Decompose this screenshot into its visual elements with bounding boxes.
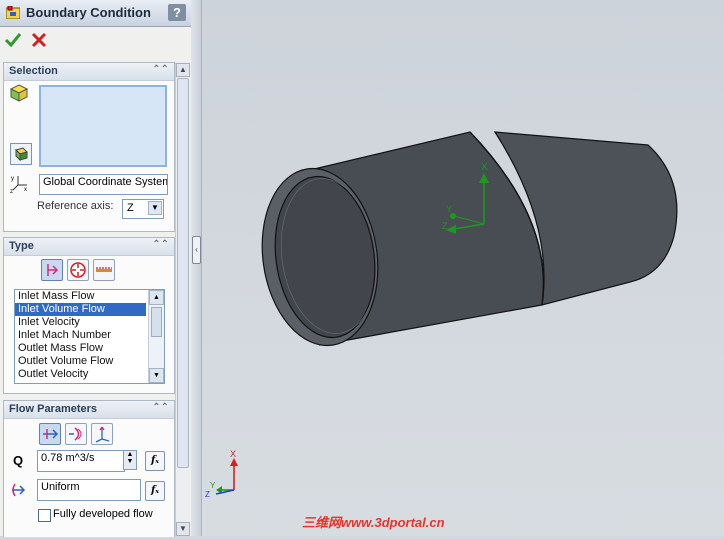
scroll-up-icon[interactable]: ▲ [176,63,190,77]
wall-icon [96,267,112,272]
watermark-url: www.3dportal.cn [341,515,445,530]
help-button[interactable]: ? [168,4,186,21]
triad-y-label: Y [210,481,216,490]
property-manager-header: Boundary Condition ? [0,0,191,27]
q-label: Q [13,453,24,468]
fully-developed-label: Fully developed flow [53,508,153,520]
view-orientation-triad: X Y Z [205,449,238,499]
type-group-header[interactable]: Type ⌃⌃ [4,238,174,256]
flow-parameters-title: Flow Parameters [9,403,98,415]
face-selection-cube-icon [9,84,29,102]
coordinate-system-icon: y x z [10,176,27,193]
flow-parameters-header[interactable]: Flow Parameters ⌃⌃ [4,401,174,419]
chevron-down-icon[interactable]: ▼ [148,201,162,215]
list-scroll-thumb[interactable] [151,307,162,337]
fully-developed-checkbox[interactable] [38,509,51,522]
pressure-opening-icon [70,262,86,278]
graphics-viewport[interactable]: X Y Z X Y Z [202,0,724,536]
property-manager: Boundary Condition ? Selection ⌃⌃ y x z … [0,0,192,537]
face-selection-box[interactable] [39,85,167,167]
type-list-item[interactable]: Outlet Velocity [15,368,146,381]
volume-flow-input[interactable]: 0.78 m^3/s [37,450,125,472]
flow-openings-button[interactable] [41,259,63,281]
swirl-icon [69,427,82,441]
watermark-cn: 三维网 [302,515,342,530]
svg-text:x: x [24,187,27,193]
volume-flow-spinner[interactable]: ▲ ▼ [123,450,137,470]
local-axis-y-label: Y [446,204,452,214]
site-watermark: 三维网www.3dportal.cn [302,512,445,531]
dependency-fx-button[interactable]: fₓ [145,451,165,471]
type-list-item[interactable]: Inlet Mach Number [15,329,146,342]
selection-group-title: Selection [9,65,58,77]
scroll-down-icon[interactable]: ▼ [176,522,190,536]
panel-scroll-thumb[interactable] [177,78,189,468]
swirl-button[interactable] [65,423,87,445]
profile-fx-button[interactable]: fₓ [145,481,165,501]
reference-axis-label: Reference axis: [37,200,114,212]
profile-type-field[interactable]: Uniform [37,479,141,501]
panel-scrollbar[interactable]: ▲ ▼ [175,62,190,536]
ok-check-icon[interactable] [4,31,22,49]
type-list-item[interactable]: Outlet Volume Flow [15,355,146,368]
type-group: Type ⌃⌃ Inlet Mass Flow Inlet Volume Flow… [3,237,175,394]
coordinate-system-field[interactable]: Global Coordinate System [39,174,168,195]
scroll-down-icon[interactable]: ▼ [149,368,164,383]
selection-group-header[interactable]: Selection ⌃⌃ [4,63,174,81]
type-group-title: Type [9,240,34,252]
window-title: Boundary Condition [26,5,151,20]
selection-group: Selection ⌃⌃ y x z Global Coordinate Sys… [3,62,175,232]
pressure-openings-button[interactable] [67,259,89,281]
reference-axis-value: Z [127,202,134,214]
list-scrollbar[interactable]: ▲ ▼ [148,290,164,383]
direction-vector-button[interactable] [91,423,113,445]
scroll-up-icon[interactable]: ▲ [149,290,164,305]
flow-opening-icon [47,264,59,276]
local-axis-x-label: X [481,162,488,173]
collapse-chevron-icon[interactable]: ⌃⌃ [152,402,169,413]
collapse-chevron-icon[interactable]: ⌃⌃ [152,64,169,75]
type-list-item[interactable]: Inlet Mass Flow [15,290,146,303]
normal-to-face-button[interactable] [39,423,61,445]
model-canvas: X Y Z X Y Z [205,131,678,499]
local-axis-z-label: Z [442,221,448,231]
svg-text:y: y [11,176,14,182]
svg-text:z: z [10,189,13,193]
triad-x-label: X [230,449,236,459]
collapse-chevron-icon[interactable]: ⌃⌃ [152,239,169,250]
boundary-type-list[interactable]: Inlet Mass Flow Inlet Volume Flow Inlet Ve… [14,289,165,384]
type-list-item[interactable]: Outlet Mass Flow [15,342,146,355]
vector-direction-icon [95,426,110,443]
cancel-x-icon[interactable] [30,31,48,49]
boundary-condition-icon [6,6,20,19]
type-list-item[interactable]: Inlet Velocity [15,316,146,329]
filter-faces-button-icon[interactable] [10,143,32,165]
collapse-panel-icon[interactable]: ‹ [192,236,201,264]
panel-splitter[interactable]: ‹ [191,0,202,536]
wall-button[interactable] [93,259,115,281]
type-list-item[interactable]: Inlet Volume Flow [15,303,146,316]
reference-axis-select[interactable]: Z ▼ [122,199,164,219]
normal-direction-icon [43,429,59,439]
triad-z-label: Z [205,490,210,499]
flow-parameters-group: Flow Parameters ⌃⌃ Q 0.78 m^3/s ▲ ▼ fₓ U… [3,400,175,537]
profile-distribution-icon [12,483,26,497]
